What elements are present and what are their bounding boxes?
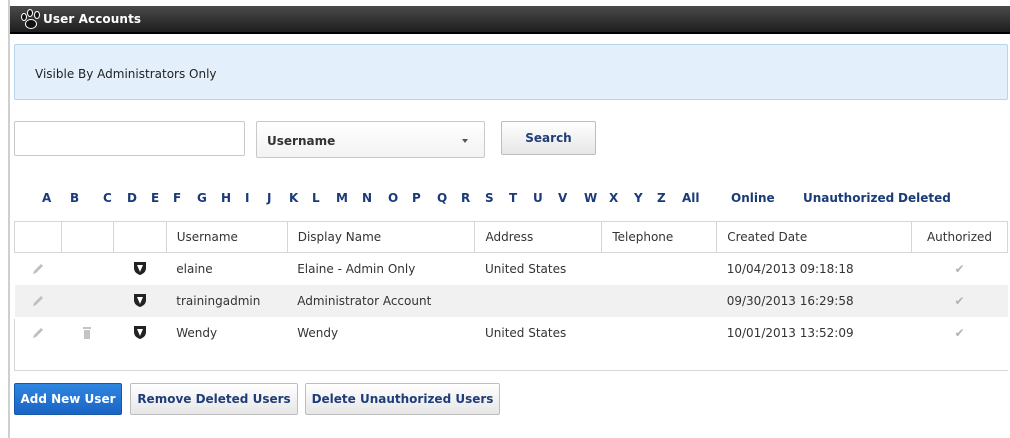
admin-notice-banner: Visible By Administrators Only bbox=[14, 44, 1008, 100]
chevron-down-icon bbox=[462, 139, 468, 143]
delete-cell bbox=[61, 316, 114, 349]
column-header-display-name[interactable]: Display Name bbox=[286, 221, 476, 253]
cell-created-date: 10/01/2013 13:52:09 bbox=[716, 316, 912, 349]
role-cell bbox=[113, 284, 167, 317]
cell-authorized: ✔ bbox=[911, 284, 1008, 317]
alpha-filter-i[interactable]: I bbox=[245, 191, 249, 205]
add-new-user-button[interactable]: Add New User bbox=[14, 383, 122, 415]
delete-cell bbox=[61, 284, 114, 317]
cell-created-date: 10/04/2013 09:18:18 bbox=[716, 252, 912, 285]
window-frame-edge bbox=[8, 0, 10, 438]
edit-cell bbox=[14, 252, 62, 285]
alpha-filter-f[interactable]: F bbox=[173, 191, 181, 205]
alpha-filter-p[interactable]: P bbox=[412, 191, 421, 205]
delete-unauthorized-users-button[interactable]: Delete Unauthorized Users bbox=[305, 383, 500, 415]
admin-notice-text: Visible By Administrators Only bbox=[35, 67, 217, 81]
alpha-filter-v[interactable]: V bbox=[558, 191, 567, 205]
role-cell bbox=[113, 252, 167, 285]
alpha-filter-w[interactable]: W bbox=[584, 191, 597, 205]
column-header-edit bbox=[14, 221, 62, 253]
alpha-filter-y[interactable]: Y bbox=[634, 191, 643, 205]
alpha-filter-e[interactable]: E bbox=[151, 191, 159, 205]
cell-display-name: Wendy bbox=[287, 316, 475, 349]
check-icon: ✔ bbox=[954, 325, 965, 340]
alpha-filter-o[interactable]: O bbox=[388, 191, 398, 205]
alpha-filter-x[interactable]: X bbox=[609, 191, 618, 205]
alpha-filter-a[interactable]: A bbox=[42, 191, 51, 205]
table-header-row: Username Display Name Address Telephone … bbox=[14, 221, 1009, 253]
table-row: elaine Elaine - Admin Only United States… bbox=[14, 252, 1008, 285]
delete-cell bbox=[61, 252, 114, 285]
cell-username: Wendy bbox=[166, 316, 288, 349]
cell-address: United States bbox=[474, 252, 602, 285]
cell-address bbox=[474, 284, 602, 317]
column-header-authorized[interactable]: Authorized bbox=[910, 221, 1009, 253]
cell-display-name: Elaine - Admin Only bbox=[287, 252, 475, 285]
window-titlebar: User Accounts bbox=[10, 6, 1010, 34]
shield-icon bbox=[133, 294, 146, 307]
filter-deleted[interactable]: Deleted bbox=[898, 191, 951, 205]
filter-unauthorized[interactable]: Unauthorized bbox=[803, 191, 894, 205]
window-title: User Accounts bbox=[43, 12, 142, 26]
column-header-delete bbox=[60, 221, 114, 253]
edit-cell bbox=[14, 284, 62, 317]
check-icon: ✔ bbox=[954, 261, 965, 276]
shield-icon bbox=[133, 326, 146, 339]
alpha-filter-s[interactable]: S bbox=[485, 191, 494, 205]
cell-telephone bbox=[601, 284, 717, 317]
trash-icon[interactable] bbox=[81, 326, 93, 340]
cell-display-name: Administrator Account bbox=[287, 284, 475, 317]
cell-telephone bbox=[601, 316, 717, 349]
alpha-filter-h[interactable]: H bbox=[221, 191, 231, 205]
alpha-filter-d[interactable]: D bbox=[127, 191, 137, 205]
edit-cell bbox=[14, 316, 62, 349]
cell-address: United States bbox=[474, 316, 602, 349]
cell-telephone bbox=[601, 252, 717, 285]
users-table: Username Display Name Address Telephone … bbox=[14, 221, 1009, 349]
alpha-filter-z[interactable]: Z bbox=[657, 191, 666, 205]
alpha-filter-q[interactable]: Q bbox=[437, 191, 447, 205]
alpha-filter-k[interactable]: K bbox=[289, 191, 298, 205]
alpha-filter-j[interactable]: J bbox=[267, 191, 271, 205]
column-header-telephone[interactable]: Telephone bbox=[601, 221, 718, 253]
alpha-filter-b[interactable]: B bbox=[70, 191, 79, 205]
column-header-username[interactable]: Username bbox=[165, 221, 288, 253]
cell-created-date: 09/30/2013 16:29:58 bbox=[716, 284, 912, 317]
column-header-role bbox=[112, 221, 167, 253]
table-row: trainingadmin Administrator Account 09/3… bbox=[14, 284, 1008, 317]
alpha-filter-n[interactable]: N bbox=[362, 191, 372, 205]
alpha-filter-g[interactable]: G bbox=[197, 191, 207, 205]
pencil-icon[interactable] bbox=[31, 294, 45, 308]
search-field-select[interactable]: Username bbox=[256, 121, 485, 158]
filter-online[interactable]: Online bbox=[731, 191, 775, 205]
remove-deleted-users-button[interactable]: Remove Deleted Users bbox=[130, 383, 298, 415]
alpha-filter-r[interactable]: R bbox=[461, 191, 470, 205]
check-icon: ✔ bbox=[954, 293, 965, 308]
filter-all[interactable]: All bbox=[682, 191, 700, 205]
cell-authorized: ✔ bbox=[911, 316, 1008, 349]
paw-logo-icon bbox=[21, 9, 40, 29]
cell-username: trainingadmin bbox=[166, 284, 288, 317]
table-row: Wendy Wendy United States 10/01/2013 13:… bbox=[14, 316, 1008, 349]
column-header-address[interactable]: Address bbox=[474, 221, 603, 253]
alpha-filter-m[interactable]: M bbox=[336, 191, 348, 205]
column-header-created-date[interactable]: Created Date bbox=[716, 221, 912, 253]
alpha-filter-t[interactable]: T bbox=[509, 191, 517, 205]
role-cell bbox=[113, 316, 167, 349]
search-button[interactable]: Search bbox=[501, 121, 596, 155]
alpha-filter-l[interactable]: L bbox=[312, 191, 320, 205]
cell-authorized: ✔ bbox=[911, 252, 1008, 285]
search-field-selected-value: Username bbox=[267, 134, 336, 148]
pencil-icon[interactable] bbox=[31, 326, 45, 340]
alpha-filter-c[interactable]: C bbox=[103, 191, 112, 205]
shield-icon bbox=[133, 262, 146, 276]
search-input[interactable] bbox=[14, 121, 245, 156]
pencil-icon[interactable] bbox=[31, 262, 45, 276]
alpha-filter-u[interactable]: U bbox=[533, 191, 543, 205]
cell-username: elaine bbox=[166, 252, 288, 285]
